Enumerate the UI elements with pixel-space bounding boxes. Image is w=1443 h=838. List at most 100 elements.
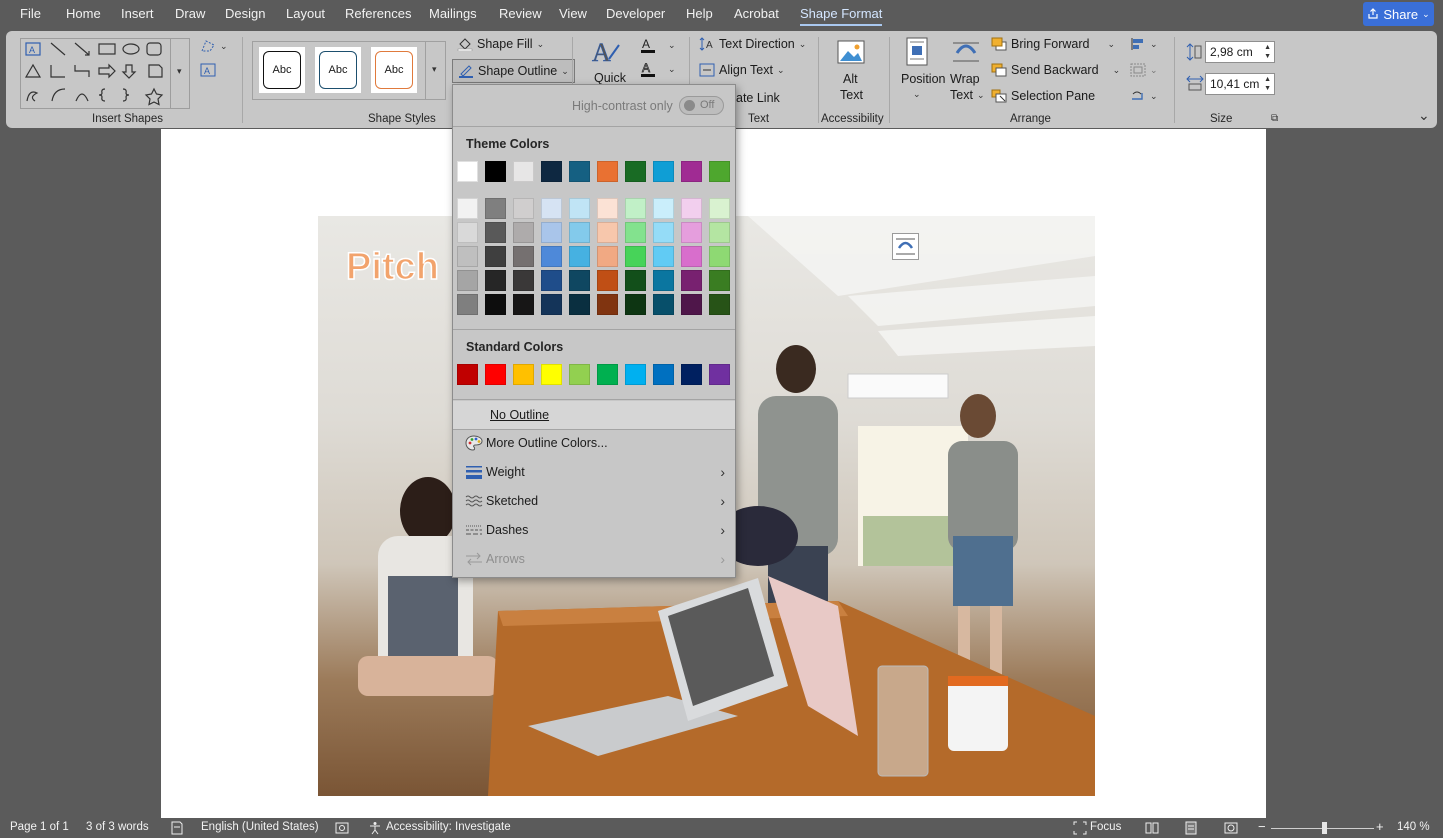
more-outline-colors-item[interactable]: More Outline Colors... bbox=[453, 429, 735, 457]
collapse-ribbon-icon[interactable]: ⌄ bbox=[1418, 107, 1430, 124]
theme-shade-swatch[interactable] bbox=[709, 198, 730, 219]
theme-shade-swatch[interactable] bbox=[541, 246, 562, 267]
theme-shade-swatch[interactable] bbox=[653, 246, 674, 267]
shapes-gallery-scroll[interactable]: ▾ bbox=[170, 38, 190, 109]
word-count[interactable]: 3 of 3 words bbox=[86, 821, 149, 833]
theme-shade-swatch[interactable] bbox=[457, 222, 478, 243]
theme-shade-swatch[interactable] bbox=[681, 198, 702, 219]
quick-styles-button[interactable]: Quick bbox=[594, 71, 626, 85]
text-box-button[interactable]: A bbox=[200, 63, 216, 77]
focus-mode-button[interactable]: Focus bbox=[1090, 821, 1121, 833]
page-count[interactable]: Page 1 of 1 bbox=[10, 821, 69, 833]
position-button[interactable]: Position bbox=[901, 72, 945, 86]
theme-color-swatch[interactable] bbox=[541, 161, 562, 182]
standard-color-swatch[interactable] bbox=[485, 364, 506, 385]
theme-shade-swatch[interactable] bbox=[681, 246, 702, 267]
shape-height-input[interactable]: 2,98 cm ▲ ▼ bbox=[1205, 41, 1275, 63]
style-thumb-navy[interactable]: Abc bbox=[315, 47, 361, 93]
theme-shade-swatch[interactable] bbox=[457, 294, 478, 315]
print-layout-icon[interactable] bbox=[1184, 821, 1198, 835]
selection-pane-button[interactable]: Selection Pane bbox=[991, 89, 1095, 103]
text-direction-button[interactable]: A Text Direction ⌄ bbox=[699, 37, 806, 51]
theme-color-swatch[interactable] bbox=[597, 161, 618, 182]
theme-shade-swatch[interactable] bbox=[681, 222, 702, 243]
menu-file[interactable]: File bbox=[20, 6, 41, 21]
arrows-item[interactable]: Arrows › bbox=[453, 545, 735, 573]
theme-shade-swatch[interactable] bbox=[569, 222, 590, 243]
macro-icon[interactable] bbox=[335, 821, 349, 835]
theme-shade-swatch[interactable] bbox=[457, 270, 478, 291]
theme-shade-swatch[interactable] bbox=[597, 246, 618, 267]
size-dialog-launcher-icon[interactable]: ⧉ bbox=[1271, 113, 1278, 124]
group-objects-button[interactable]: ⌄ bbox=[1130, 63, 1158, 77]
style-thumb-orange[interactable]: Abc bbox=[371, 47, 417, 93]
web-layout-icon[interactable] bbox=[1224, 821, 1238, 835]
spin-arrows-icon[interactable]: ▲ ▼ bbox=[1264, 75, 1271, 93]
proofing-icon[interactable] bbox=[170, 821, 184, 835]
theme-shade-swatch[interactable] bbox=[597, 270, 618, 291]
theme-shade-swatch[interactable] bbox=[569, 198, 590, 219]
styles-gallery-more[interactable]: ▾ bbox=[425, 42, 445, 99]
standard-color-swatch[interactable] bbox=[681, 364, 702, 385]
theme-shade-swatch[interactable] bbox=[625, 246, 646, 267]
create-link-button[interactable]: ate Link bbox=[736, 91, 780, 105]
sketched-item[interactable]: Sketched › bbox=[453, 487, 735, 515]
menu-developer[interactable]: Developer bbox=[606, 6, 665, 21]
theme-shade-swatch[interactable] bbox=[513, 270, 534, 291]
bring-forward-button[interactable]: Bring Forward ⌄ bbox=[991, 37, 1115, 51]
edit-shape-button[interactable]: ⌄ bbox=[200, 39, 228, 53]
theme-shade-swatch[interactable] bbox=[569, 294, 590, 315]
menu-review[interactable]: Review bbox=[499, 6, 542, 21]
menu-help[interactable]: Help bbox=[686, 6, 713, 21]
standard-color-swatch[interactable] bbox=[569, 364, 590, 385]
menu-design[interactable]: Design bbox=[225, 6, 265, 21]
style-thumb-black[interactable]: Abc bbox=[259, 47, 305, 93]
theme-shade-swatch[interactable] bbox=[457, 246, 478, 267]
share-button[interactable]: Share ⌄ bbox=[1363, 2, 1434, 26]
theme-shade-swatch[interactable] bbox=[709, 270, 730, 291]
theme-shade-swatch[interactable] bbox=[625, 222, 646, 243]
zoom-out-icon[interactable]: − bbox=[1258, 819, 1266, 834]
zoom-level[interactable]: 140 % bbox=[1397, 821, 1430, 833]
theme-shade-swatch[interactable] bbox=[653, 198, 674, 219]
menu-layout[interactable]: Layout bbox=[286, 6, 325, 21]
zoom-slider-thumb[interactable] bbox=[1322, 822, 1327, 834]
theme-shade-swatch[interactable] bbox=[597, 222, 618, 243]
menu-acrobat[interactable]: Acrobat bbox=[734, 6, 779, 21]
standard-color-swatch[interactable] bbox=[457, 364, 478, 385]
theme-shade-swatch[interactable] bbox=[541, 222, 562, 243]
theme-shade-swatch[interactable] bbox=[653, 222, 674, 243]
accessibility-status[interactable]: Accessibility: Investigate bbox=[386, 821, 511, 833]
theme-shade-swatch[interactable] bbox=[485, 198, 506, 219]
wrap-text-button-line2[interactable]: Text ⌄ bbox=[950, 88, 984, 102]
theme-shade-swatch[interactable] bbox=[485, 246, 506, 267]
dashes-item[interactable]: Dashes › bbox=[453, 516, 735, 544]
theme-shade-swatch[interactable] bbox=[513, 294, 534, 315]
standard-color-swatch[interactable] bbox=[513, 364, 534, 385]
theme-shade-swatch[interactable] bbox=[569, 246, 590, 267]
theme-shade-swatch[interactable] bbox=[485, 222, 506, 243]
theme-color-swatch[interactable] bbox=[653, 161, 674, 182]
no-outline-item[interactable]: No Outline bbox=[453, 401, 735, 429]
theme-shade-swatch[interactable] bbox=[541, 198, 562, 219]
align-text-button[interactable]: Align Text ⌄ bbox=[699, 63, 785, 77]
menu-home[interactable]: Home bbox=[66, 6, 101, 21]
rotate-button[interactable]: ⌄ bbox=[1130, 89, 1158, 103]
theme-shade-swatch[interactable] bbox=[709, 246, 730, 267]
theme-shade-swatch[interactable] bbox=[597, 198, 618, 219]
theme-shade-swatch[interactable] bbox=[513, 246, 534, 267]
read-mode-icon[interactable] bbox=[1145, 821, 1159, 835]
theme-color-swatch[interactable] bbox=[569, 161, 590, 182]
standard-color-swatch[interactable] bbox=[597, 364, 618, 385]
theme-color-swatch[interactable] bbox=[681, 161, 702, 182]
theme-shade-swatch[interactable] bbox=[541, 270, 562, 291]
theme-shade-swatch[interactable] bbox=[569, 270, 590, 291]
theme-shade-swatch[interactable] bbox=[457, 198, 478, 219]
spin-arrows-icon[interactable]: ▲ ▼ bbox=[1264, 43, 1271, 61]
layout-options-button[interactable] bbox=[892, 233, 919, 260]
high-contrast-toggle[interactable]: Off bbox=[679, 96, 724, 115]
weight-item[interactable]: Weight › bbox=[453, 458, 735, 486]
theme-shade-swatch[interactable] bbox=[653, 270, 674, 291]
theme-shade-swatch[interactable] bbox=[709, 222, 730, 243]
align-objects-button[interactable]: ⌄ bbox=[1130, 37, 1158, 51]
